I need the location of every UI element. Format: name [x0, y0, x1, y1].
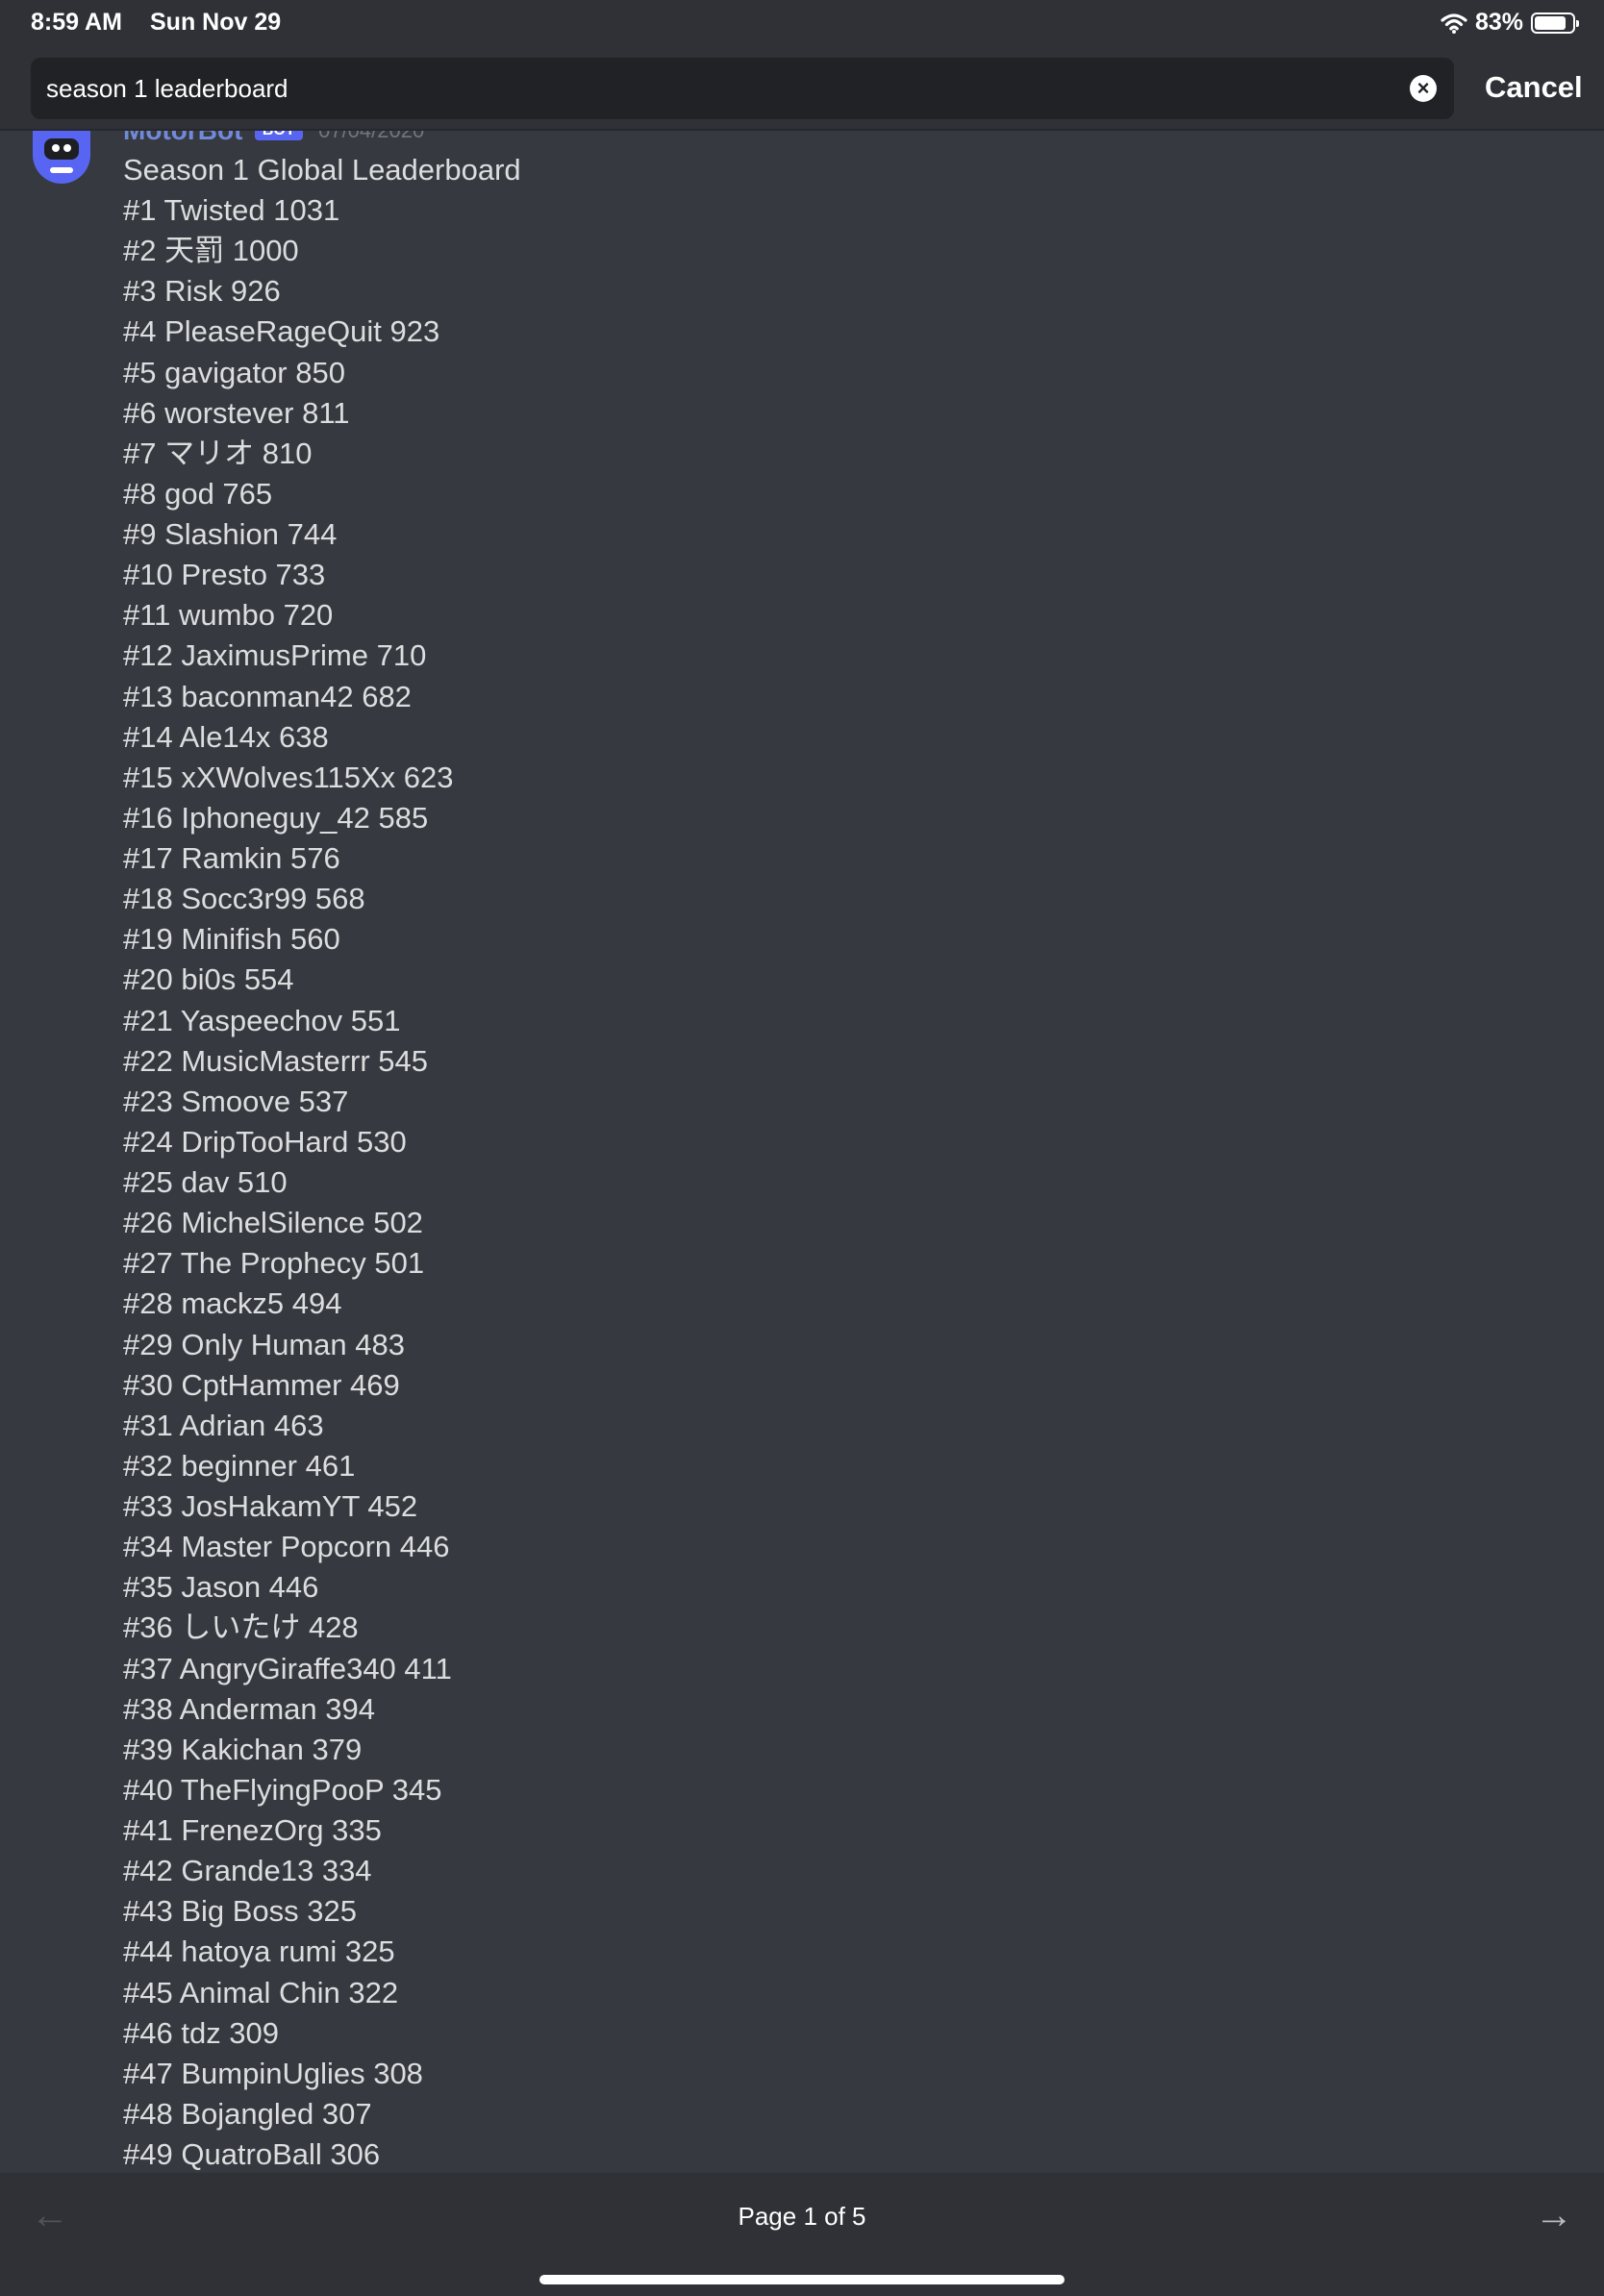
leaderboard-entry: #30 CptHammer 469	[123, 1367, 400, 1402]
search-query[interactable]: season 1 leaderboard	[46, 74, 288, 104]
leaderboard-entry: #47 BumpinUglies 308	[123, 2056, 423, 2090]
leaderboard-entry: #23 Smoove 537	[123, 1084, 349, 1118]
battery-percent: 83%	[1474, 9, 1523, 36]
message-body[interactable]: Season 1 Global Leaderboard #1 Twisted 1…	[123, 150, 521, 2173]
avatar-visor	[44, 138, 79, 160]
leaderboard-entry: #28 mackz5 494	[123, 1286, 342, 1321]
leaderboard-entry: #22 MusicMasterrr 545	[123, 1043, 429, 1078]
leaderboard-entry: #35 Jason 446	[123, 1570, 319, 1605]
leaderboard-entry: #36 しいたけ 428	[123, 1610, 359, 1645]
leaderboard-entry: #16 Iphoneguy_42 585	[123, 800, 429, 835]
leaderboard-entry: #43 Big Boss 325	[123, 1894, 358, 1929]
leaderboard-entry: #7 マリオ 810	[123, 436, 313, 470]
leaderboard-entry: #46 tdz 309	[123, 2015, 280, 2050]
message-timestamp: 07/04/2020	[318, 131, 424, 142]
pagination-bar: ← Page 1 of 5 →	[0, 2173, 1604, 2296]
leaderboard-entry: #20 bi0s 554	[123, 962, 294, 997]
leaderboard-entry: #11 wumbo 720	[123, 598, 334, 633]
leaderboard-entry: #32 beginner 461	[123, 1448, 356, 1483]
leaderboard-entry: #37 AngryGiraffe340 411	[123, 1651, 452, 1685]
leaderboard-entry: #48 Bojangled 307	[123, 2096, 372, 2131]
leaderboard-entry: #21 Yaspeechov 551	[123, 1003, 401, 1037]
leaderboard-entry: #31 Adrian 463	[123, 1408, 324, 1442]
leaderboard-entry: #42 Grande13 334	[123, 1854, 372, 1888]
avatar-eye-left	[52, 144, 60, 152]
leaderboard-entry: #10 Presto 733	[123, 558, 326, 592]
status-time: 8:59 AM	[31, 9, 122, 36]
bot-avatar[interactable]	[33, 131, 90, 184]
leaderboard-list: #1 Twisted 1031 #2 天罰 1000 #3 Risk 926 #4 P…	[123, 190, 521, 2173]
leaderboard-title: Season 1 Global Leaderboard	[123, 153, 521, 187]
message-author[interactable]: MotorBot	[123, 131, 242, 145]
search-results[interactable]: MotorBot BOT 07/04/2020 Season 1 Global …	[0, 131, 1604, 2173]
status-indicators: 83%	[1441, 9, 1579, 37]
leaderboard-entry: #34 Master Popcorn 446	[123, 1530, 450, 1564]
arrow-right-icon[interactable]: →	[1535, 2194, 1573, 2237]
wifi-icon	[1441, 12, 1467, 34]
home-indicator[interactable]	[539, 2275, 1065, 2284]
leaderboard-entry: #15 xXWolves115Xx 623	[123, 760, 454, 794]
leaderboard-entry: #18 Socc3r99 568	[123, 882, 365, 916]
status-date: Sun Nov 29	[150, 9, 282, 36]
avatar-eye-right	[63, 144, 71, 152]
leaderboard-entry: #13 baconman42 682	[123, 679, 412, 713]
message-header: MotorBot BOT 07/04/2020	[123, 131, 424, 148]
battery-fill	[1535, 15, 1566, 30]
leaderboard-entry: #1 Twisted 1031	[123, 193, 340, 227]
leaderboard-entry: #38 Anderman 394	[123, 1691, 375, 1726]
leaderboard-entry: #9 Slashion 744	[123, 517, 338, 551]
leaderboard-entry: #29 Only Human 483	[123, 1327, 405, 1361]
leaderboard-entry: #24 DripTooHard 530	[123, 1124, 407, 1159]
search-input[interactable]: season 1 leaderboard ×	[31, 58, 1454, 119]
leaderboard-entry: #4 PleaseRageQuit 923	[123, 314, 440, 349]
leaderboard-entry: #17 Ramkin 576	[123, 841, 340, 875]
page-indicator: Page 1 of 5	[738, 2202, 866, 2231]
leaderboard-entry: #3 Risk 926	[123, 274, 281, 309]
leaderboard-entry: #2 天罰 1000	[123, 234, 299, 268]
leaderboard-entry: #6 worstever 811	[123, 395, 350, 430]
leaderboard-entry: #26 MichelSilence 502	[123, 1206, 423, 1240]
leaderboard-entry: #14 Ale14x 638	[123, 719, 329, 754]
leaderboard-entry: #8 god 765	[123, 476, 273, 511]
status-bar: 8:59 AM Sun Nov 29 83%	[0, 0, 1604, 44]
leaderboard-entry: #40 TheFlyingPooP 345	[123, 1772, 442, 1807]
clear-icon[interactable]: ×	[1410, 75, 1437, 102]
leaderboard-entry: #27 The Prophecy 501	[123, 1246, 425, 1281]
leaderboard-entry: #19 Minifish 560	[123, 922, 340, 957]
leaderboard-entry: #44 hatoya rumi 325	[123, 1934, 395, 1969]
leaderboard-entry: #41 FrenezOrg 335	[123, 1813, 382, 1847]
leaderboard-entry: #12 JaximusPrime 710	[123, 638, 427, 673]
search-header: season 1 leaderboard × Cancel	[0, 44, 1604, 131]
leaderboard-entry: #39 Kakichan 379	[123, 1732, 363, 1766]
leaderboard-entry: #49 QuatroBall 306	[123, 2137, 381, 2171]
leaderboard-entry: #25 dav 510	[123, 1165, 288, 1199]
cancel-button[interactable]: Cancel	[1485, 70, 1583, 105]
avatar-mouth	[50, 167, 73, 173]
leaderboard-entry: #45 Animal Chin 322	[123, 1975, 399, 2009]
battery-icon	[1531, 12, 1579, 34]
leaderboard-entry: #5 gavigator 850	[123, 355, 345, 389]
leaderboard-entry: #33 JosHakamYT 452	[123, 1489, 418, 1523]
bot-tag: BOT	[254, 131, 303, 140]
